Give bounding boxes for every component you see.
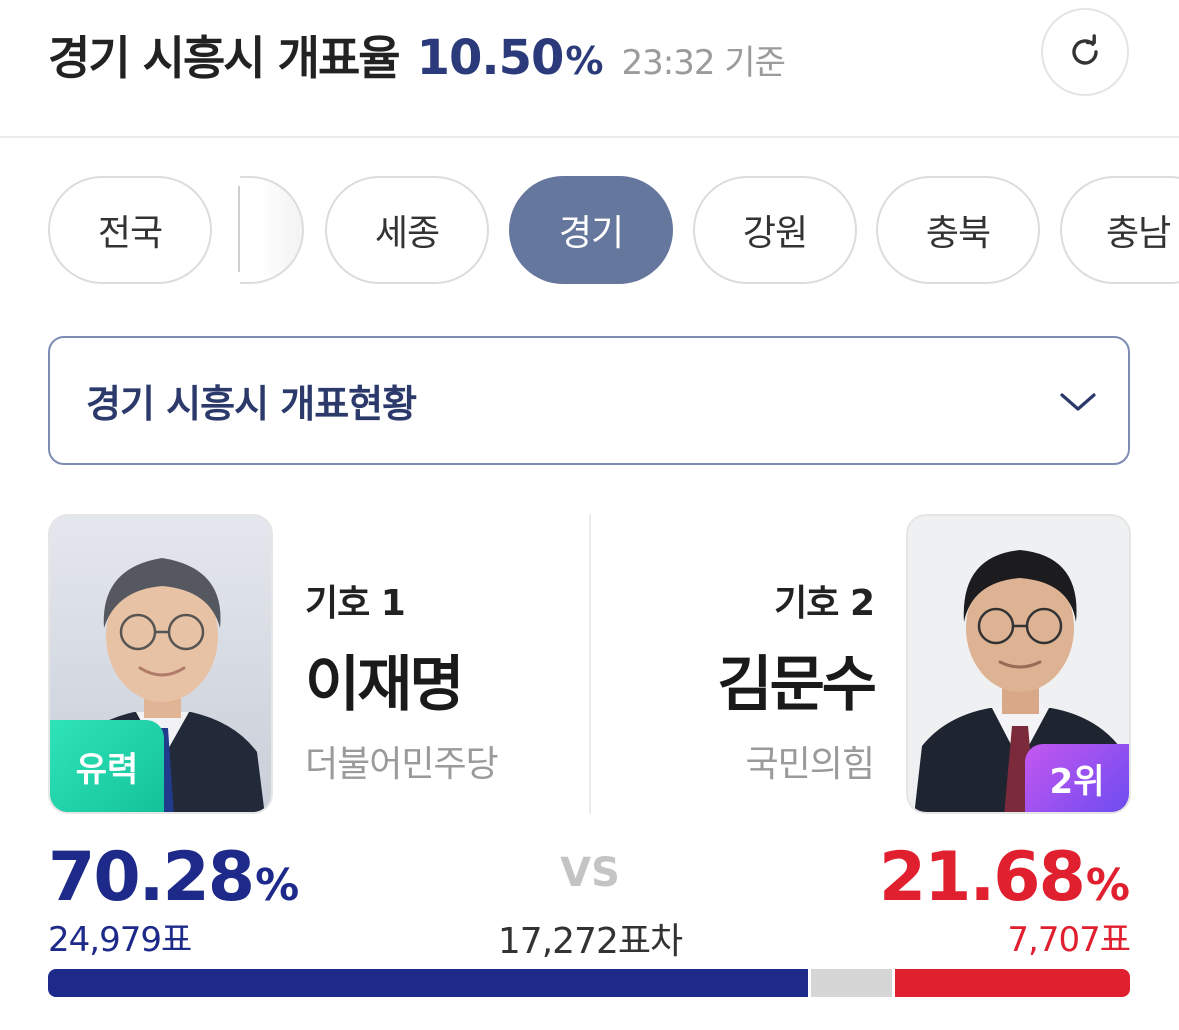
tab-nationwide[interactable]: 전국 xyxy=(48,176,212,284)
tab-sejong[interactable]: 세종 xyxy=(325,176,489,284)
leading-badge: 유력 xyxy=(50,720,164,812)
candidate-2-number: 기호 2 xyxy=(774,583,875,624)
candidate-2-votes: 7,707표 xyxy=(1007,920,1131,960)
candidate-2-percent-value: 21.68 xyxy=(878,838,1086,917)
tab-chungnam[interactable]: 충남 xyxy=(1060,176,1179,284)
candidate-1-photo: 유력 xyxy=(48,514,273,814)
candidate-2-info: 기호 2 김문수 국민의힘 xyxy=(717,574,877,787)
refresh-button[interactable] xyxy=(1041,8,1129,96)
candidate-1-votes: 24,979표 xyxy=(48,920,192,960)
vs-label: VS xyxy=(560,850,620,896)
candidate-1-info: 기호 1 이재명 더불어민주당 xyxy=(305,574,499,787)
candidate-1-name: 이재명 xyxy=(305,650,465,720)
title-row: 경기 시흥시 개표율 10.50 % 23:32 기준 xyxy=(48,22,786,88)
region-title: 경기 시흥시 개표율 xyxy=(48,31,401,85)
candidate-1-number: 기호 1 xyxy=(305,583,406,624)
header: 경기 시흥시 개표율 10.50 % 23:32 기준 xyxy=(0,0,1179,138)
tab-gyeonggi[interactable]: 경기 xyxy=(509,176,673,284)
refresh-icon xyxy=(1072,34,1098,65)
candidate-1-percent-value: 70.28 xyxy=(48,838,255,917)
candidate-divider xyxy=(589,514,591,814)
vote-share-bar-candidate-2 xyxy=(895,969,1130,997)
update-time: 23:32 기준 xyxy=(621,43,786,83)
tab-partial[interactable] xyxy=(240,176,304,284)
counting-rate-unit: % xyxy=(565,39,604,83)
candidate-2-party: 국민의힘 xyxy=(745,744,875,785)
counting-rate: 10.50 xyxy=(416,30,565,86)
vote-difference: 17,272표차 xyxy=(497,921,683,962)
candidate-2-photo: 2위 xyxy=(906,514,1131,814)
rank-badge: 2위 xyxy=(1025,744,1129,812)
vote-share-bar-candidate-1 xyxy=(48,969,809,997)
district-dropdown[interactable]: 경기 시흥시 개표현황 xyxy=(48,336,1130,465)
candidate-2-percent: 21.68% xyxy=(879,838,1130,917)
chevron-down-icon xyxy=(1060,393,1096,411)
dropdown-label: 경기 시흥시 개표현황 xyxy=(86,382,417,426)
tab-chungbuk[interactable]: 충북 xyxy=(876,176,1040,284)
vote-share-bar-others xyxy=(808,969,896,997)
vote-share-bar xyxy=(48,969,1130,997)
candidate-1-percent: 70.28% xyxy=(48,838,299,917)
candidate-1-party: 더불어민주당 xyxy=(305,744,499,785)
candidate-1-percent-unit: % xyxy=(255,860,300,911)
region-tabs: 전국 세종 경기 강원 충북 충남 xyxy=(48,176,1179,286)
candidate-2-name: 김문수 xyxy=(717,650,877,720)
candidate-2-percent-unit: % xyxy=(1085,860,1130,911)
tab-gangwon[interactable]: 강원 xyxy=(693,176,857,284)
